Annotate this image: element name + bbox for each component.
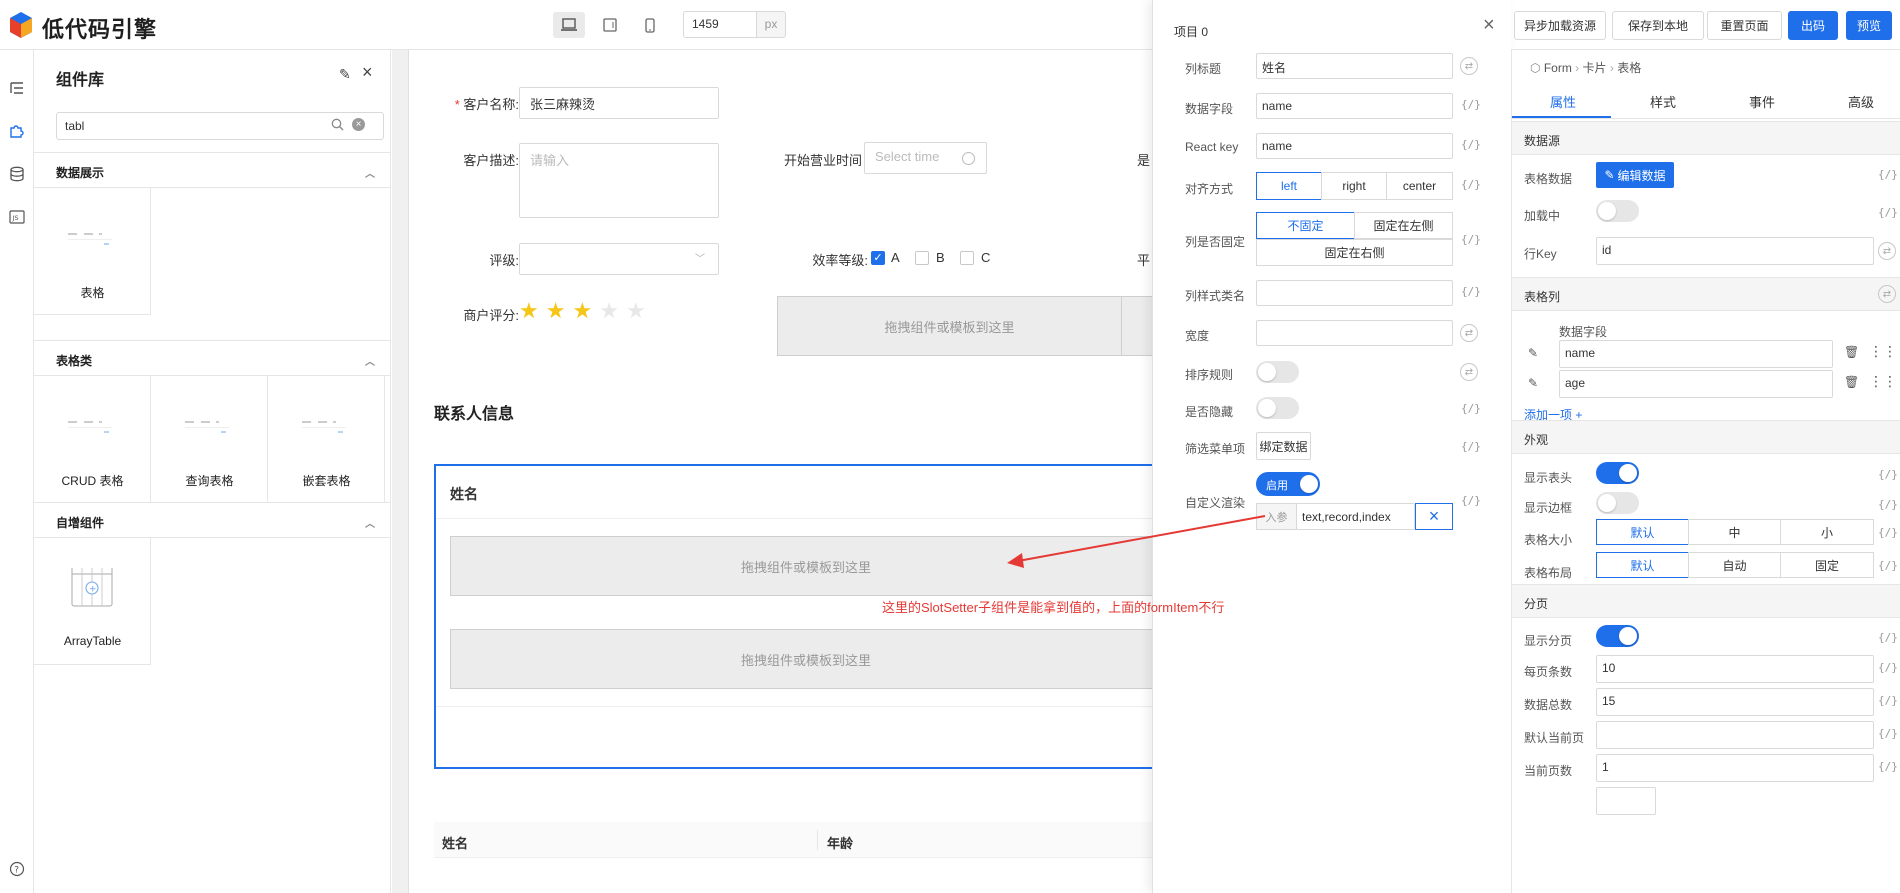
variable-binding-icon[interactable]: {/} [1878,760,1898,773]
variable-binding-icon[interactable]: {/} [1878,526,1898,539]
edit-icon: ✎ [1604,168,1615,182]
section-pagination: 分页 [1512,584,1900,618]
row-key-input[interactable]: id [1596,237,1874,265]
partial-input[interactable] [1596,787,1656,815]
form-node-icon: ⬡ [1530,61,1544,75]
size-small-option[interactable]: 小 [1780,519,1874,545]
show-pagination-toggle[interactable] [1596,625,1639,647]
table-data-label: 表格数据 [1524,172,1573,186]
tab-events[interactable]: 事件 [1749,92,1775,111]
trash-icon[interactable]: 🗑 [1844,345,1859,359]
variable-binding-icon[interactable]: {/} [1878,559,1898,572]
table-layout-label: 表格布局 [1524,566,1573,580]
total-label: 数据总数 [1524,698,1573,712]
section-datasource: 数据源 [1512,121,1900,155]
loading-toggle[interactable] [1596,200,1639,222]
loading-label: 加载中 [1524,209,1561,223]
size-default-option[interactable]: 默认 [1596,519,1689,545]
show-pagination-label: 显示分页 [1524,634,1573,648]
breadcrumb-item[interactable]: Form [1544,61,1572,75]
default-current-label: 默认当前页 [1524,731,1585,745]
section-appearance: 外观 [1512,420,1900,454]
column-field-input[interactable]: name [1559,340,1833,368]
page-size-label: 每页条数 [1524,665,1573,679]
drag-handle-icon[interactable]: ⋮⋮ [1869,373,1897,390]
variable-binding-icon[interactable]: {/} [1878,206,1898,219]
current-page-input[interactable]: 1 [1596,754,1874,782]
show-header-toggle[interactable] [1596,462,1639,484]
total-input[interactable]: 15 [1596,688,1874,716]
page-size-input[interactable]: 10 [1596,655,1874,683]
row-key-label: 行Key [1524,247,1557,261]
size-medium-option[interactable]: 中 [1688,519,1781,545]
breadcrumb-item[interactable]: 卡片 [1583,61,1607,75]
variable-binding-icon[interactable]: {/} [1878,498,1898,511]
edit-data-button[interactable]: ✎ 编辑数据 [1596,162,1674,188]
show-border-toggle[interactable] [1596,492,1639,514]
switch-setter-icon[interactable]: ⇄ [1878,242,1896,260]
variable-binding-icon[interactable]: {/} [1878,168,1898,181]
variable-binding-icon[interactable]: {/} [1878,694,1898,707]
drag-handle-icon[interactable]: ⋮⋮ [1869,343,1897,360]
trash-icon[interactable]: 🗑 [1844,375,1859,389]
variable-binding-icon[interactable]: {/} [1878,661,1898,674]
variable-binding-icon[interactable]: {/} [1878,727,1898,740]
tab-advanced[interactable]: 高级 [1848,92,1874,111]
section-columns: 表格列 [1512,277,1900,311]
table-size-label: 表格大小 [1524,533,1573,547]
layout-default-option[interactable]: 默认 [1596,552,1689,578]
edit-column-icon[interactable]: ✎ [1528,346,1538,360]
switch-setter-icon[interactable]: ⇄ [1878,285,1896,303]
tab-style[interactable]: 样式 [1650,92,1676,111]
active-tab-indicator [1512,116,1611,118]
show-header-label: 显示表头 [1524,471,1573,485]
variable-binding-icon[interactable]: {/} [1878,631,1898,644]
layout-fixed-option[interactable]: 固定 [1780,552,1874,578]
layout-auto-option[interactable]: 自动 [1688,552,1781,578]
column-field-input[interactable]: age [1559,370,1833,398]
settings-tabs: 属性 样式 事件 高级 [1512,92,1900,119]
breadcrumb-item[interactable]: 表格 [1617,61,1641,75]
show-border-label: 显示边框 [1524,501,1573,515]
default-current-input[interactable] [1596,721,1874,749]
annotation-text: 这里的SlotSetter子组件是能拿到值的，上面的formItem不行 [882,600,1225,615]
breadcrumb: ⬡ Form › 卡片 › 表格 [1530,61,1642,75]
current-page-label: 当前页数 [1524,764,1573,778]
tab-properties[interactable]: 属性 [1550,92,1576,111]
edit-column-icon[interactable]: ✎ [1528,376,1538,390]
columns-field-header: 数据字段 [1559,325,1608,339]
variable-binding-icon[interactable]: {/} [1878,468,1898,481]
settings-panel: ⬡ Form › 卡片 › 表格 属性 样式 事件 高级 数据源 表格数据 ✎ 编… [1511,50,1900,893]
